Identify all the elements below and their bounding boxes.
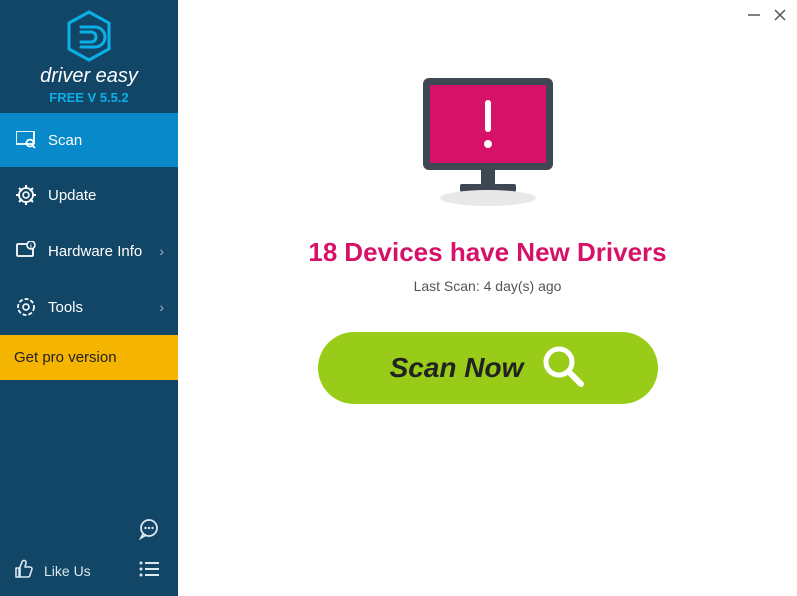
device-count: 18 (308, 237, 337, 268)
brand-name: driver easy (40, 65, 138, 88)
window-controls (747, 8, 787, 27)
sidebar-item-label: Tools (48, 299, 83, 316)
sidebar-item-label: Hardware Info (48, 243, 142, 260)
magnify-icon (541, 344, 585, 393)
monitor-alert-icon (408, 70, 568, 215)
version-label: FREE V 5.5.2 (49, 90, 128, 105)
tools-icon (14, 297, 38, 317)
sidebar-item-scan[interactable]: Scan (0, 113, 178, 167)
chevron-right-icon: › (159, 243, 164, 259)
main-area: 18 Devices have New Drivers Last Scan: 4… (178, 0, 797, 596)
like-us-label: Like Us (44, 563, 91, 579)
close-button[interactable] (773, 8, 787, 27)
sidebar-item-tools[interactable]: Tools › (0, 279, 178, 335)
headline-text: Devices have New Drivers (344, 237, 666, 268)
chevron-right-icon: › (159, 299, 164, 315)
hardware-info-icon: i (14, 241, 38, 261)
gear-icon (14, 185, 38, 205)
headline: 18 Devices have New Drivers (308, 237, 666, 268)
sidebar-item-label: Update (48, 187, 96, 204)
sidebar-item-update[interactable]: Update (0, 167, 178, 223)
last-scan-info: Last Scan: 4 day(s) ago (414, 278, 562, 294)
sidebar: driver easy FREE V 5.5.2 Scan (0, 0, 178, 596)
scan-now-button[interactable]: Scan Now (318, 332, 658, 404)
scan-icon (14, 131, 38, 149)
sidebar-item-hardware-info[interactable]: i Hardware Info › (0, 223, 178, 279)
menu-list-icon[interactable] (138, 560, 160, 581)
logo-area: driver easy FREE V 5.5.2 (0, 0, 178, 113)
thumbs-up-icon (14, 559, 34, 582)
feedback-icon[interactable] (138, 518, 160, 545)
sidebar-bottom: Like Us (0, 518, 178, 596)
scan-button-label: Scan Now (390, 352, 524, 384)
sidebar-item-label: Scan (48, 132, 82, 149)
logo-icon (65, 10, 113, 67)
get-pro-button[interactable]: Get pro version (0, 335, 178, 380)
like-us-button[interactable]: Like Us (0, 551, 178, 596)
minimize-button[interactable] (747, 8, 761, 27)
